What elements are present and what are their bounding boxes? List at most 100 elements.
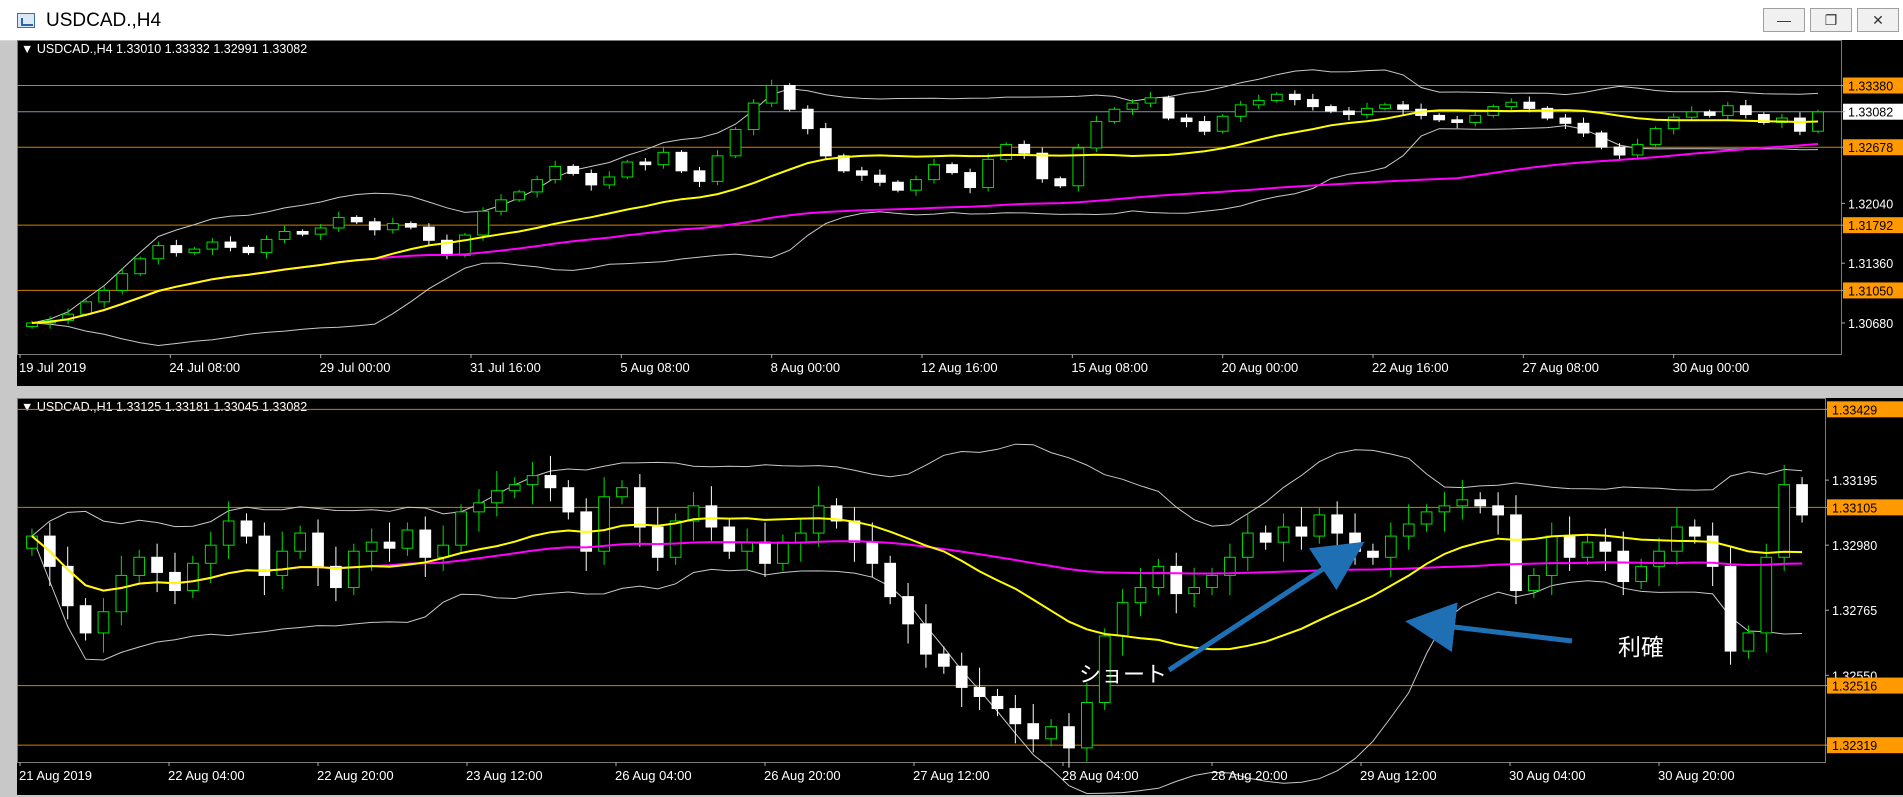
- chart-header: ▼ USDCAD.,H1 1.33125 1.33181 1.33045 1.3…: [21, 400, 307, 414]
- x-tick-label: 28 Aug 04:00: [1062, 768, 1139, 783]
- candle-body: [350, 216, 363, 223]
- candle-body: [1343, 110, 1355, 116]
- candle-body: [1036, 152, 1049, 180]
- candle-body: [937, 653, 950, 667]
- candle-body: [639, 161, 652, 166]
- candle-body: [206, 241, 219, 250]
- candle-body: [1433, 114, 1446, 121]
- candle-body: [544, 475, 557, 489]
- candle-body: [1438, 505, 1451, 513]
- candle-body: [330, 565, 342, 589]
- candle-body: [1577, 122, 1590, 134]
- candle-body: [347, 550, 360, 589]
- candle-body: [224, 241, 237, 248]
- candle-body: [848, 520, 861, 543]
- candle-body: [777, 541, 789, 564]
- candle-body: [723, 526, 736, 552]
- candle-body: [1090, 121, 1103, 149]
- x-tick-label: 8 Aug 00:00: [771, 360, 840, 375]
- candle-body: [1635, 565, 1648, 582]
- candle-body: [79, 605, 92, 634]
- candle-body: [1054, 178, 1067, 187]
- candle-body: [332, 216, 345, 229]
- candle-body: [490, 490, 503, 504]
- x-tick-label: 29 Jul 00:00: [320, 360, 391, 375]
- candle-body: [910, 179, 922, 191]
- candle-body: [585, 172, 598, 186]
- candle-body: [276, 550, 289, 576]
- candle-body: [855, 170, 868, 176]
- candle-body: [477, 210, 489, 236]
- candle-body: [1613, 146, 1626, 156]
- candle-body: [1144, 97, 1157, 104]
- candle-body: [1631, 143, 1644, 156]
- chart-header: ▼ USDCAD.,H4 1.33010 1.33332 1.32991 1.3…: [21, 42, 307, 56]
- chart-window-icon: [17, 13, 35, 28]
- h1-chart-pane[interactable]: ▼ USDCAD.,H1 1.33125 1.33181 1.33045 1.3…: [17, 398, 1903, 795]
- candle-body: [386, 223, 399, 231]
- candle-body: [866, 541, 879, 564]
- candle-body: [1152, 565, 1165, 589]
- candle-body: [404, 223, 417, 228]
- candle-body: [437, 544, 450, 558]
- candle-body: [1018, 143, 1031, 154]
- candle-body: [598, 496, 610, 552]
- restore-button[interactable]: ❐: [1810, 8, 1852, 32]
- candle-body: [134, 258, 147, 275]
- candle-body: [1045, 726, 1057, 740]
- candle-body: [603, 176, 616, 186]
- candle-body: [991, 695, 1004, 710]
- candle-body: [508, 484, 521, 492]
- candle-body: [621, 161, 634, 178]
- candle-body: [242, 246, 255, 254]
- x-tick-label: 15 Aug 08:00: [1071, 360, 1148, 375]
- candle-body: [1595, 132, 1608, 148]
- candle-body: [133, 556, 146, 576]
- candle-body: [222, 520, 235, 546]
- candle-body: [1259, 532, 1272, 543]
- window-titlebar[interactable]: USDCAD.,H4 — ❐ ✕: [0, 0, 1903, 41]
- x-tick-label: 27 Aug 12:00: [913, 768, 990, 783]
- candle-body: [964, 172, 977, 189]
- candle-body: [170, 245, 183, 254]
- candle-body: [296, 231, 309, 235]
- annotation-short-label: ショート: [1079, 663, 1168, 688]
- candle-body: [1599, 541, 1612, 552]
- candle-body: [982, 158, 995, 189]
- y-tick-label: 1.31792: [1848, 219, 1893, 233]
- x-tick-label: 23 Aug 12:00: [466, 768, 543, 783]
- candle-body: [1563, 535, 1576, 558]
- candle-body: [928, 164, 940, 181]
- candle-body: [1739, 105, 1752, 116]
- candle-body: [1313, 514, 1326, 537]
- candle-body: [1108, 108, 1121, 123]
- candle-body: [765, 85, 778, 104]
- candle-body: [1162, 97, 1175, 119]
- x-tick-label: 21 Aug 2019: [19, 768, 92, 783]
- candle-body: [955, 665, 968, 688]
- annotation-take-profit-label: 利確: [1618, 635, 1664, 661]
- candle-body: [278, 231, 291, 240]
- x-tick-label: 20 Aug 00:00: [1222, 360, 1299, 375]
- candle-body: [526, 475, 539, 486]
- minimize-button[interactable]: —: [1763, 8, 1805, 32]
- candle-body: [1234, 104, 1247, 117]
- y-tick-label: 1.32678: [1848, 141, 1893, 155]
- y-tick-label: 1.33429: [1832, 403, 1877, 417]
- candle-body: [152, 245, 165, 260]
- close-button[interactable]: ✕: [1857, 8, 1899, 32]
- candle-body: [422, 226, 435, 241]
- candle-body: [240, 520, 253, 537]
- candle-body: [115, 574, 128, 613]
- h4-chart-pane[interactable]: ▼ USDCAD.,H4 1.33010 1.33332 1.32991 1.3…: [17, 40, 1903, 386]
- y-tick-label: 1.32980: [1832, 539, 1877, 553]
- candle-body: [1206, 574, 1218, 589]
- candle-body: [1349, 532, 1361, 552]
- y-tick-label: 1.32319: [1832, 739, 1877, 753]
- candle-body: [1527, 574, 1540, 592]
- candle-body: [419, 529, 432, 558]
- candle-body: [80, 301, 93, 315]
- candle-body: [1295, 526, 1308, 537]
- candle-body: [1760, 556, 1773, 634]
- candle-body: [1000, 143, 1013, 160]
